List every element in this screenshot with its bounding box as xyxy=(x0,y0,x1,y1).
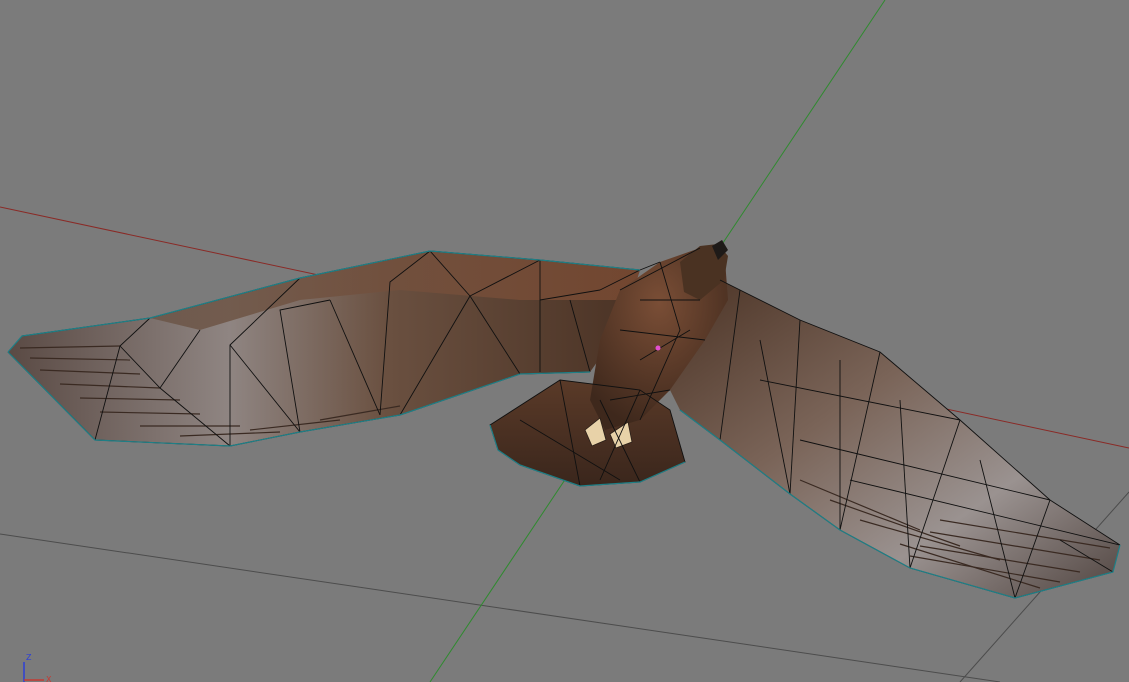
z-axis-label: Z xyxy=(26,653,32,662)
grid-line xyxy=(0,533,1001,682)
right-wing xyxy=(660,280,1120,598)
3d-viewport[interactable]: Z X xyxy=(0,0,1129,682)
x-axis-label: X xyxy=(46,675,52,682)
eagle-mesh-icon[interactable] xyxy=(7,240,1121,599)
axis-gizmo: Z X xyxy=(23,653,52,682)
pivot-point[interactable] xyxy=(655,345,661,351)
viewport-scene[interactable]: Z X xyxy=(0,0,1129,682)
